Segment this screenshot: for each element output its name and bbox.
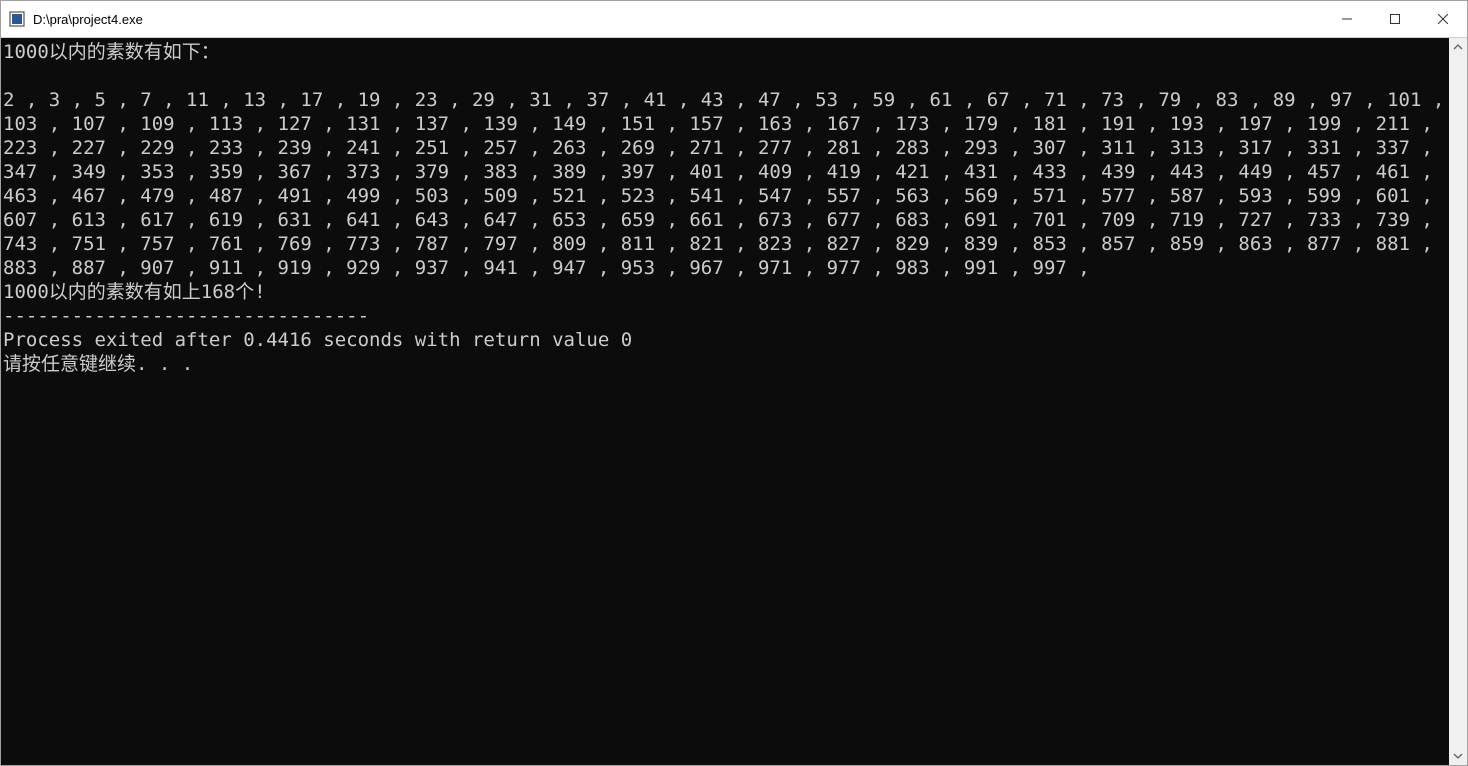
console-area: 1000以内的素数有如下： 2 , 3 , 5 , 7 , 11 , 13 , … (1, 38, 1467, 765)
scroll-up-arrow-icon[interactable] (1449, 38, 1467, 56)
output-prompt: 请按任意键继续. . . (3, 353, 193, 375)
titlebar[interactable]: D:\pra\project4.exe (1, 1, 1467, 38)
window-controls (1323, 1, 1467, 37)
output-header: 1000以内的素数有如下： (3, 41, 220, 63)
output-exit: Process exited after 0.4416 seconds with… (3, 329, 632, 351)
scrollbar-track[interactable] (1449, 56, 1467, 747)
scroll-down-arrow-icon[interactable] (1449, 747, 1467, 765)
minimize-button[interactable] (1323, 1, 1371, 37)
vertical-scrollbar[interactable] (1449, 38, 1467, 765)
window-title: D:\pra\project4.exe (33, 12, 1323, 27)
app-icon (9, 11, 25, 27)
output-separator: -------------------------------- (3, 305, 369, 327)
output-primes: 2 , 3 , 5 , 7 , 11 , 13 , 17 , 19 , 23 ,… (3, 89, 1449, 279)
close-button[interactable] (1419, 1, 1467, 37)
console-window: D:\pra\project4.exe 1000以内的素数有如下： 2 , 3 … (0, 0, 1468, 766)
maximize-button[interactable] (1371, 1, 1419, 37)
output-summary: 1000以内的素数有如上168个! (3, 281, 266, 303)
console-output[interactable]: 1000以内的素数有如下： 2 , 3 , 5 , 7 , 11 , 13 , … (1, 38, 1449, 765)
